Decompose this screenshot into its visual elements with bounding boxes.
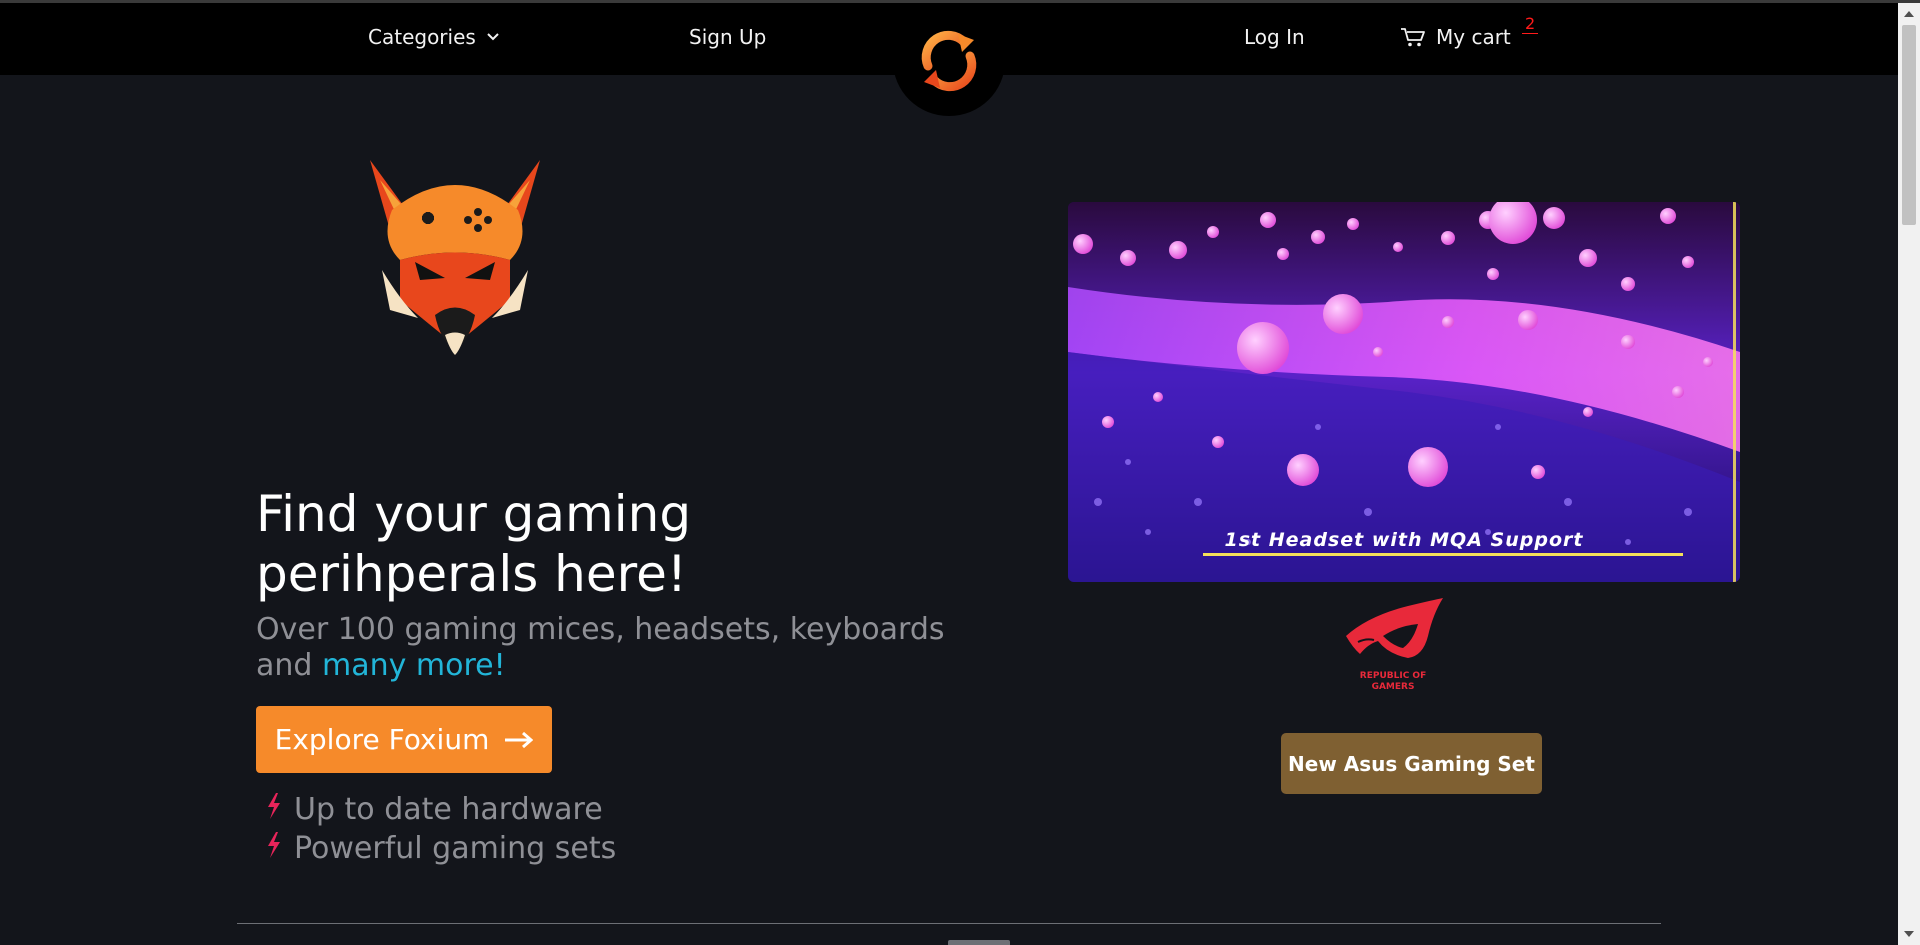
lightning-icon [266, 792, 282, 827]
hero-subtitle: Over 100 gaming mices, headsets, keyboar… [256, 612, 976, 684]
hero-title-line1: Find your gaming [256, 485, 692, 543]
explore-button-label: Explore Foxium [274, 723, 490, 756]
scroll-up-arrow-icon[interactable] [1904, 11, 1914, 17]
promo-video-caption: 1st Headset with MQA Support [1224, 529, 1584, 551]
promo-caption-underline [1203, 553, 1683, 556]
hero-title: Find your gaming perihperals here! [256, 484, 976, 604]
nav-login-link[interactable]: Log In [1244, 25, 1305, 49]
chevron-down-icon [486, 32, 500, 42]
feature-list: Up to date hardware Powerful gaming sets [266, 790, 616, 868]
nav-signup-label: Sign Up [689, 25, 767, 49]
hero-title-line2: perihperals here! [256, 545, 687, 603]
page-scrollbar[interactable] [1898, 3, 1920, 945]
scrollbar-thumb[interactable] [1902, 25, 1916, 225]
list-item: Powerful gaming sets [266, 829, 616, 868]
promo-video[interactable]: 1st Headset with MQA Support [1068, 202, 1740, 582]
section-handle [948, 940, 1010, 945]
cart-count-badge: 2 [1522, 15, 1539, 34]
hero-subtitle-and: and [256, 648, 322, 683]
explore-foxium-button[interactable]: Explore Foxium [256, 706, 552, 773]
nav-login-label: Log In [1244, 25, 1305, 49]
lightning-icon [266, 831, 282, 866]
section-divider [237, 923, 1661, 924]
new-asus-gaming-set-button[interactable]: New Asus Gaming Set [1281, 733, 1542, 794]
list-item: Up to date hardware [266, 790, 616, 829]
rog-logo: REPUBLIC OF GAMERS [1338, 596, 1448, 696]
nav-categories[interactable]: Categories [368, 25, 500, 49]
rog-text-line2: GAMERS [1372, 682, 1415, 692]
cart-icon [1400, 26, 1426, 48]
hero-subtitle-accent: many more! [321, 648, 506, 683]
nav-cart-label: My cart [1436, 25, 1511, 49]
rog-text-line1: REPUBLIC OF [1360, 671, 1426, 681]
feature-text: Up to date hardware [294, 792, 603, 827]
scroll-down-arrow-icon[interactable] [1904, 931, 1914, 937]
promo-video-edge [1733, 202, 1736, 582]
site-logo[interactable] [893, 6, 1005, 116]
promo-video-frame [1068, 202, 1740, 582]
nav-cart-link[interactable]: My cart 2 [1400, 15, 1539, 49]
hero-subtitle-line1: Over 100 gaming mices, headsets, keyboar… [256, 612, 945, 647]
foxium-fox-logo [360, 150, 550, 360]
refresh-logo-icon [921, 30, 977, 92]
nav-categories-label: Categories [368, 25, 476, 49]
nav-signup-link[interactable]: Sign Up [689, 25, 766, 49]
arrow-right-icon [505, 723, 534, 756]
feature-text: Powerful gaming sets [294, 831, 617, 866]
